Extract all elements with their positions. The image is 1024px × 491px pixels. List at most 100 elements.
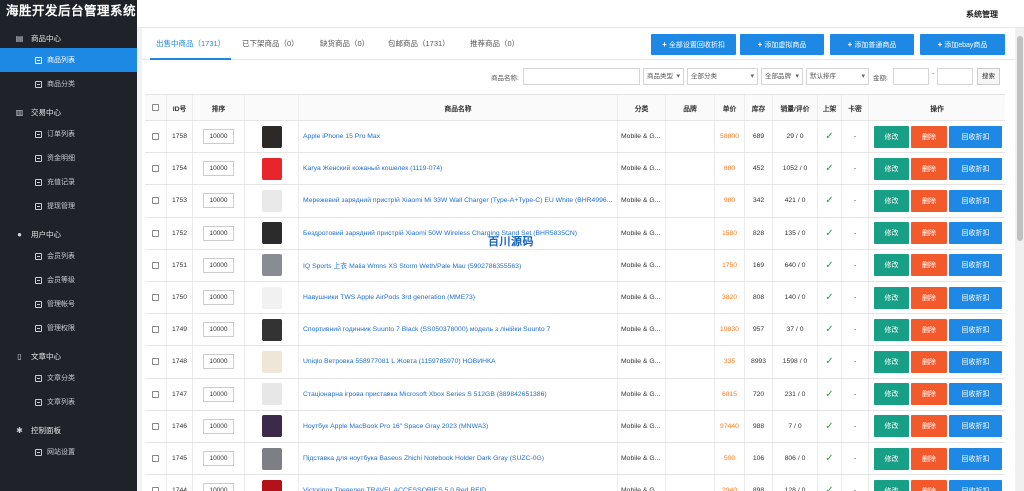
check-icon[interactable]: ✓ [825,485,833,491]
row-checkbox[interactable] [152,197,159,205]
recycle-discount-button[interactable]: 回收折扣 [949,189,1002,212]
sidebar-item[interactable]: 会员列表 [0,244,137,268]
sort-input[interactable]: 10000 [203,129,234,145]
edit-button[interactable]: 修改 [874,254,909,277]
delete-button[interactable]: 删除 [911,286,947,309]
product-name-link[interactable]: Karya Женский кожаный кошелек (1119-074) [299,165,442,172]
edit-button[interactable]: 修改 [874,415,909,438]
system-management-link[interactable]: 系统管理 [966,9,998,20]
row-checkbox[interactable] [152,294,159,302]
sidebar-item[interactable]: 充值记录 [0,170,137,194]
menu-group-header[interactable]: ▤ 商品中心 [0,28,137,48]
add-normal-product-button[interactable]: + 添加普通商品 [830,34,914,55]
sort-input[interactable]: 10000 [203,483,234,491]
row-checkbox[interactable] [152,229,159,237]
recycle-discount-button[interactable]: 回收折扣 [949,222,1002,245]
add-virtual-product-button[interactable]: + 添加虚拟商品 [740,34,824,55]
check-icon[interactable]: ✓ [825,131,833,142]
check-icon[interactable]: ✓ [825,292,833,303]
delete-button[interactable]: 删除 [911,157,947,180]
edit-button[interactable]: 修改 [874,157,909,180]
product-name-link[interactable]: Victorinox Тревелер TRAVEL ACCESSORIES 5… [299,487,486,491]
product-name-link[interactable]: Навушники TWS Apple AirPods 3rd generati… [299,294,475,301]
product-thumbnail[interactable] [261,447,282,470]
edit-button[interactable]: 修改 [874,350,909,373]
menu-group-header[interactable]: ● 用户中心 [0,224,137,244]
product-thumbnail[interactable] [261,415,282,438]
row-checkbox[interactable] [152,487,159,491]
product-thumbnail[interactable] [261,383,282,406]
delete-button[interactable]: 删除 [911,318,947,341]
sort-input[interactable]: 10000 [203,161,234,177]
search-button[interactable]: 搜索 [977,68,1000,85]
edit-button[interactable]: 修改 [874,189,909,212]
sidebar-item[interactable]: 管理权限 [0,316,137,340]
sidebar-item[interactable]: 商品列表 [0,48,137,72]
product-thumbnail[interactable] [261,125,282,148]
sort-select[interactable]: 默认排序 [806,68,869,85]
add-ebay-product-button[interactable]: + 添加ebay商品 [920,34,1005,55]
check-icon[interactable]: ✓ [825,324,833,335]
product-name-link[interactable]: Підставка для ноутбука Baseus Zhichi Not… [299,455,544,462]
product-name-link[interactable]: Стаціонарна ігрова приставка Microsoft X… [299,391,547,398]
product-type-select[interactable]: 商品类型 [643,68,684,85]
edit-button[interactable]: 修改 [874,222,909,245]
check-icon[interactable]: ✓ [825,453,833,464]
page-scrollbar[interactable] [1016,28,1024,491]
row-checkbox[interactable] [152,358,159,366]
sort-input[interactable]: 10000 [203,193,234,209]
product-name-input[interactable] [523,68,640,85]
delete-button[interactable]: 删除 [911,350,947,373]
sidebar-item[interactable]: 资金明细 [0,146,137,170]
delete-button[interactable]: 删除 [911,254,947,277]
product-thumbnail[interactable] [261,157,282,180]
tab-on-sale[interactable]: 出售中商品（1731） [150,28,232,60]
recycle-discount-button[interactable]: 回收折扣 [949,383,1002,406]
product-thumbnail[interactable] [261,479,282,491]
sidebar-item[interactable]: 管理帐号 [0,292,137,316]
product-thumbnail[interactable] [261,254,282,277]
select-all-checkbox[interactable] [152,104,159,111]
row-checkbox[interactable] [152,326,159,334]
sort-input[interactable]: 10000 [203,257,234,273]
product-thumbnail[interactable] [261,222,282,245]
edit-button[interactable]: 修改 [874,286,909,309]
check-icon[interactable]: ✓ [825,163,833,174]
sort-input[interactable]: 10000 [203,354,234,370]
product-name-link[interactable]: Бездротовий зарядний пристрій Xiaomi 50W… [299,230,577,237]
menu-group-header[interactable]: ▥ 交易中心 [0,102,137,122]
edit-button[interactable]: 修改 [874,125,909,148]
edit-button[interactable]: 修改 [874,318,909,341]
delete-button[interactable]: 删除 [911,415,947,438]
scrollbar-thumb[interactable] [1017,36,1023,241]
product-thumbnail[interactable] [261,350,282,373]
recycle-discount-button[interactable]: 回收折扣 [949,318,1002,341]
sort-input[interactable]: 10000 [203,322,234,338]
amount-max-input[interactable] [937,68,973,85]
delete-button[interactable]: 删除 [911,479,947,491]
category-select[interactable]: 全部分类 [687,68,758,85]
sort-input[interactable]: 10000 [203,290,234,306]
delete-button[interactable]: 删除 [911,125,947,148]
product-name-link[interactable]: Apple iPhone 15 Pro Max [299,133,380,140]
recycle-discount-button[interactable]: 回收折扣 [949,479,1002,491]
edit-button[interactable]: 修改 [874,479,909,491]
recycle-discount-button[interactable]: 回收折扣 [949,254,1002,277]
recycle-discount-button[interactable]: 回收折扣 [949,350,1002,373]
recycle-discount-button[interactable]: 回收折扣 [949,125,1002,148]
tab-recommended[interactable]: 推荐商品（0） [470,28,519,60]
check-icon[interactable]: ✓ [825,421,833,432]
delete-button[interactable]: 删除 [911,383,947,406]
sort-input[interactable]: 10000 [203,225,234,241]
row-checkbox[interactable] [152,422,159,430]
amount-min-input[interactable] [893,68,929,85]
sort-input[interactable]: 10000 [203,451,234,467]
sidebar-item[interactable]: 商品分类 [0,72,137,96]
row-checkbox[interactable] [152,455,159,463]
delete-button[interactable]: 删除 [911,222,947,245]
sidebar-item[interactable]: 提现管理 [0,194,137,218]
menu-group-header[interactable]: ▯ 文章中心 [0,346,137,366]
check-icon[interactable]: ✓ [825,260,833,271]
menu-group-header[interactable]: ✱ 控制面板 [0,420,137,440]
recycle-discount-button[interactable]: 回收折扣 [949,447,1002,470]
